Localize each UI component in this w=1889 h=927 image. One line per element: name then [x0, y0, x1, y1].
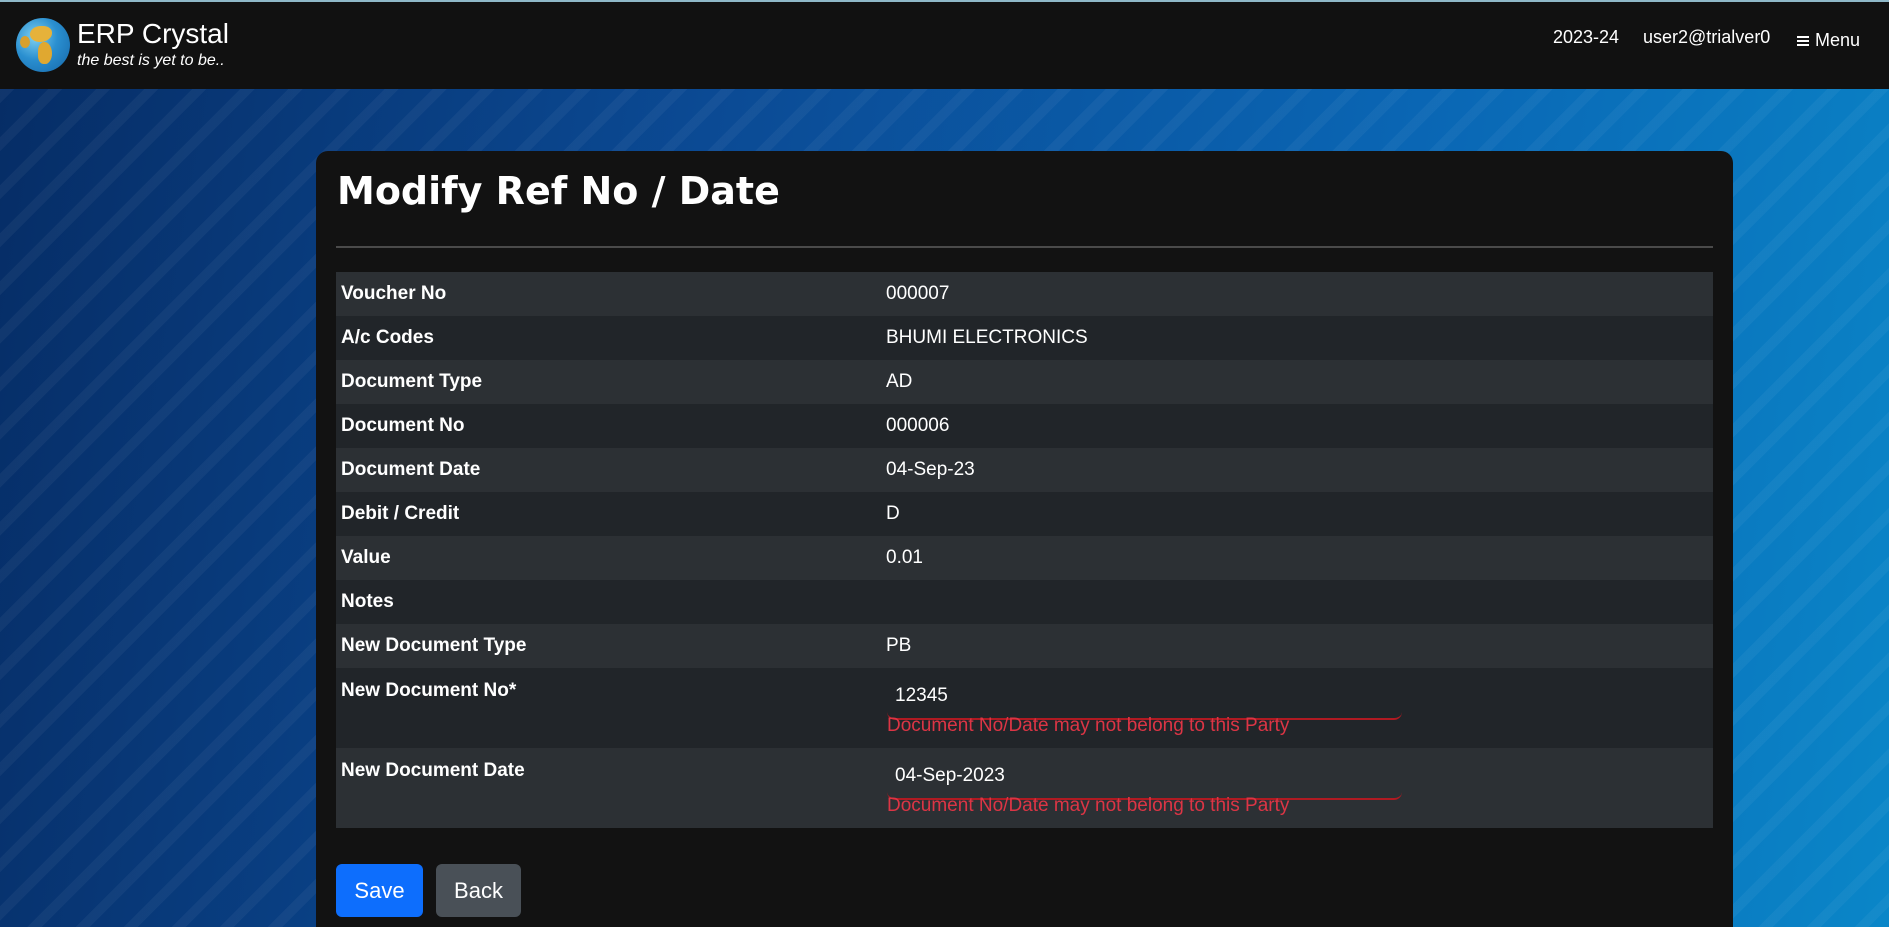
row-value: PB: [886, 635, 912, 656]
table-row: Document Date 04-Sep-23: [336, 448, 1713, 492]
page-title: Modify Ref No / Date: [337, 169, 780, 213]
navbar: ERP Crystal the best is yet to be.. 2023…: [0, 2, 1889, 89]
row-label: Debit / Credit: [341, 503, 460, 524]
row-label: Voucher No: [341, 283, 447, 304]
table-row: Voucher No 000007: [336, 272, 1713, 316]
new-document-no-row: New Document No* 12345 Document No/Date …: [336, 668, 1713, 748]
row-value: 000006: [886, 415, 950, 436]
user-account[interactable]: user2@trialver0: [1643, 27, 1770, 48]
table-row: Document No 000006: [336, 404, 1713, 448]
new-document-no-error: Document No/Date may not belong to this …: [887, 715, 1290, 736]
new-document-date-row: New Document Date 04-Sep-2023 Document N…: [336, 748, 1713, 828]
details-table: Voucher No 000007 A/c Codes BHUMI ELECTR…: [336, 272, 1713, 828]
form-card: Modify Ref No / Date Voucher No 000007 A…: [316, 151, 1733, 927]
table-row: A/c Codes BHUMI ELECTRONICS: [336, 316, 1713, 360]
brand-tagline: the best is yet to be..: [77, 52, 225, 69]
new-document-no-input[interactable]: 12345: [887, 676, 1402, 720]
menu-label: Menu: [1815, 30, 1861, 50]
new-document-date-error: Document No/Date may not belong to this …: [887, 795, 1290, 816]
row-label: Document Date: [341, 459, 481, 480]
new-document-date-label: New Document Date: [341, 760, 525, 781]
new-document-date-input[interactable]: 04-Sep-2023: [887, 756, 1402, 800]
divider: [336, 246, 1713, 248]
brand-title[interactable]: ERP Crystal: [77, 18, 229, 50]
new-document-no-label: New Document No*: [341, 680, 517, 701]
hamburger-icon: [1797, 35, 1809, 46]
table-row: Value 0.01: [336, 536, 1713, 580]
row-label: Value: [341, 547, 391, 568]
row-label: Document Type: [341, 371, 483, 392]
financial-year[interactable]: 2023-24: [1553, 27, 1619, 48]
row-value: D: [886, 503, 900, 524]
row-label: New Document Type: [341, 635, 527, 656]
save-button[interactable]: Save: [336, 864, 423, 917]
globe-logo-icon[interactable]: [16, 18, 70, 72]
row-value: AD: [886, 371, 913, 392]
row-label: A/c Codes: [341, 327, 434, 348]
table-row: New Document Type PB: [336, 624, 1713, 668]
row-value: BHUMI ELECTRONICS: [886, 327, 1088, 348]
back-button[interactable]: Back: [436, 864, 521, 917]
row-label: Document No: [341, 415, 465, 436]
table-row: Notes: [336, 580, 1713, 624]
row-value: 0.01: [886, 547, 923, 568]
row-label: Notes: [341, 591, 394, 612]
row-value: 04-Sep-23: [886, 459, 975, 480]
row-value: 000007: [886, 283, 950, 304]
table-row: Debit / Credit D: [336, 492, 1713, 536]
menu-button[interactable]: Menu: [1797, 30, 1860, 51]
table-row: Document Type AD: [336, 360, 1713, 404]
